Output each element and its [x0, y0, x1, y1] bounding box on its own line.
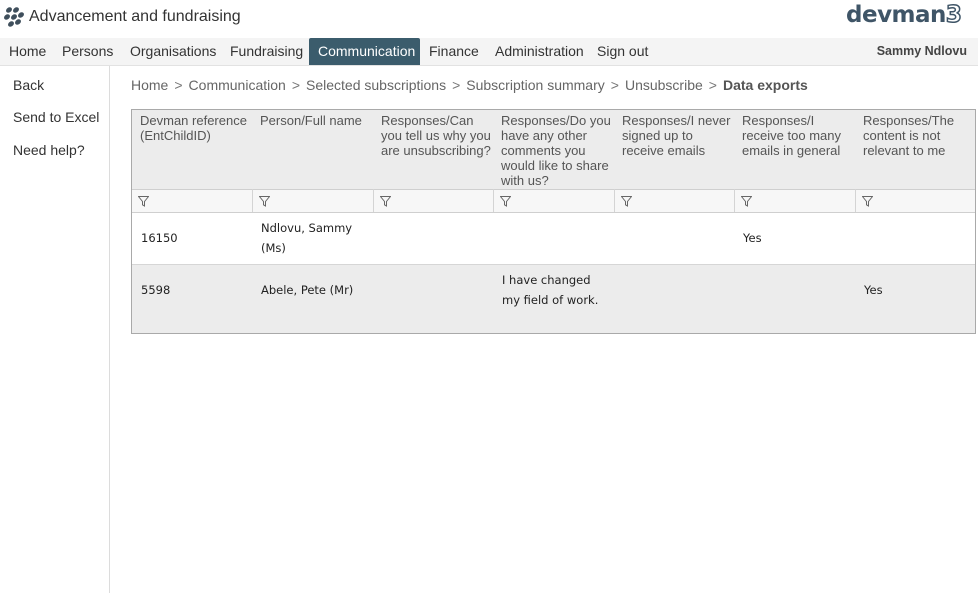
breadcrumb-selected-subscriptions[interactable]: Selected subscriptions	[306, 77, 446, 93]
column-header-content-not-relevant[interactable]: Responses/The content is not relevant to…	[855, 110, 975, 189]
column-header-never-signed-up[interactable]: Responses/I never signed up to receive e…	[614, 110, 734, 189]
breadcrumb-separator: >	[452, 77, 461, 93]
filter-icon[interactable]	[138, 196, 149, 207]
sidebar-send-to-excel-link[interactable]: Send to Excel	[13, 109, 99, 125]
column-header-too-many-emails[interactable]: Responses/I receive too many emails in g…	[734, 110, 855, 189]
sidebar: Back Send to Excel Need help?	[0, 66, 110, 593]
table-cell: Abele, Pete (Mr)	[252, 264, 373, 315]
nav-communication[interactable]: Communication	[309, 38, 420, 65]
filter-cell[interactable]	[614, 188, 735, 213]
nav-persons[interactable]: Persons	[53, 38, 122, 65]
column-header-other-comments[interactable]: Responses/Do you have any other comments…	[493, 110, 614, 189]
filter-icon[interactable]	[379, 196, 391, 207]
table-cell: I have changed my field of work.	[493, 264, 614, 315]
sidebar-need-help-link[interactable]: Need help?	[13, 142, 85, 158]
user-name[interactable]: Sammy Ndlovu	[877, 38, 967, 64]
filter-cell[interactable]	[734, 188, 856, 213]
column-header-full-name[interactable]: Person/Full name	[252, 110, 373, 189]
header-row: Devman reference (EntChildID) Person/Ful…	[132, 110, 975, 189]
table-cell	[614, 212, 734, 265]
nav-sign-out[interactable]: Sign out	[588, 38, 657, 65]
app-title: Advancement and fundraising	[29, 8, 241, 25]
sidebar-back-link[interactable]: Back	[13, 77, 44, 93]
breadcrumb-unsubscribe[interactable]: Unsubscribe	[625, 77, 703, 93]
table-cell: Yes	[855, 264, 975, 315]
breadcrumb-separator: >	[291, 77, 300, 93]
table-row[interactable]: 5598 Abele, Pete (Mr) I have changed my …	[132, 264, 975, 315]
logo-text: devman	[846, 2, 946, 28]
table-cell	[855, 212, 975, 265]
table-cell: 16150	[132, 212, 252, 265]
filter-icon[interactable]	[861, 196, 873, 207]
filter-cell[interactable]	[132, 188, 253, 213]
nav-administration[interactable]: Administration	[486, 38, 593, 65]
data-table: Devman reference (EntChildID) Person/Ful…	[132, 110, 975, 315]
data-export-grid: Devman reference (EntChildID) Person/Ful…	[131, 109, 976, 334]
table-cell: Ndlovu, Sammy (Ms)	[252, 212, 373, 265]
nav-finance[interactable]: Finance	[420, 38, 488, 65]
column-header-why-unsubscribing[interactable]: Responses/Can you tell us why you are un…	[373, 110, 493, 189]
devman-logo: devman3	[846, 1, 963, 29]
breadcrumb: Home > Communication > Selected subscription…	[131, 77, 808, 93]
nav-home[interactable]: Home	[0, 38, 55, 65]
table-cell	[373, 212, 493, 265]
app-logo-icon	[4, 7, 24, 27]
filter-icon[interactable]	[620, 196, 632, 207]
table-cell: 5598	[132, 264, 252, 315]
filter-row	[132, 188, 975, 213]
filter-icon[interactable]	[499, 196, 511, 207]
breadcrumb-separator: >	[610, 77, 619, 93]
table-cell	[493, 212, 614, 265]
breadcrumb-home[interactable]: Home	[131, 77, 168, 93]
filter-cell[interactable]	[252, 188, 374, 213]
breadcrumb-communication[interactable]: Communication	[189, 77, 286, 93]
filter-cell[interactable]	[855, 188, 975, 213]
filter-icon[interactable]	[258, 196, 270, 207]
table-cell	[614, 264, 734, 315]
logo-number: 3	[945, 1, 962, 29]
breadcrumb-current: Data exports	[722, 77, 808, 93]
filter-icon[interactable]	[740, 196, 752, 207]
breadcrumb-separator: >	[174, 77, 183, 93]
nav-fundraising[interactable]: Fundraising	[221, 38, 312, 65]
app-header: Advancement and fundraising devman3	[0, 0, 978, 38]
table-cell	[373, 264, 493, 315]
nav-organisations[interactable]: Organisations	[121, 38, 225, 65]
table-cell: Yes	[734, 212, 855, 265]
filter-cell[interactable]	[493, 188, 615, 213]
breadcrumb-subscription-summary[interactable]: Subscription summary	[466, 77, 605, 93]
table-cell	[734, 264, 855, 315]
main-nav: Home Persons Organisations Fundraising C…	[0, 38, 978, 66]
table-row[interactable]: 16150 Ndlovu, Sammy (Ms) Yes	[132, 212, 975, 265]
breadcrumb-separator: >	[708, 77, 717, 93]
column-header-reference[interactable]: Devman reference (EntChildID)	[132, 110, 252, 189]
filter-cell[interactable]	[373, 188, 494, 213]
